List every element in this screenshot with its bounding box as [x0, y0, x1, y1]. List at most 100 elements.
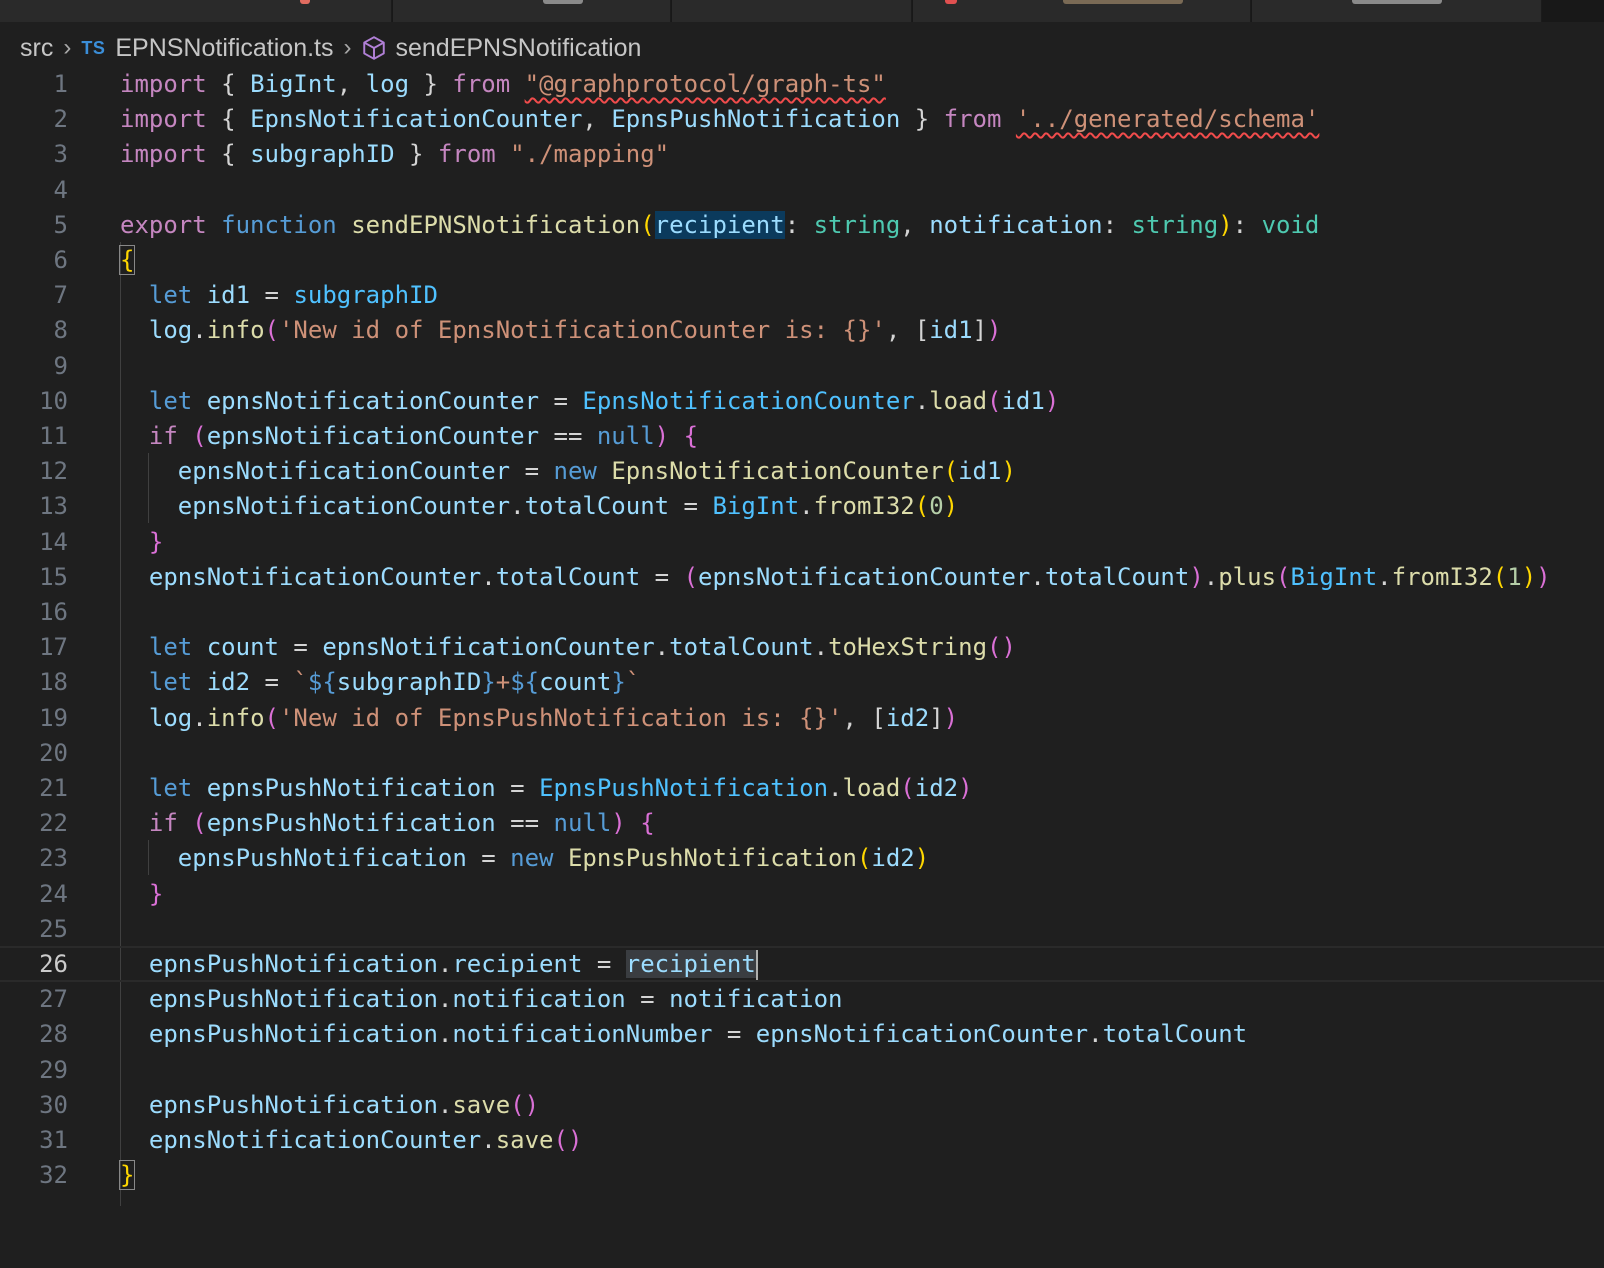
- code-line[interactable]: 28 epnsPushNotification.notificationNumb…: [0, 1016, 1604, 1052]
- code-token: totalCount: [495, 562, 641, 591]
- code-line[interactable]: 25: [0, 911, 1604, 947]
- code-line[interactable]: 2 import { EpnsNotificationCounter, EpnsP…: [0, 101, 1604, 137]
- code-content: log.info('New id of EpnsPushNotification…: [120, 700, 958, 736]
- code-editor[interactable]: 1 import { BigInt, log } from "@graphprot…: [0, 66, 1604, 1268]
- code-line[interactable]: 30 epnsPushNotification.save(): [0, 1087, 1604, 1123]
- editor-tab[interactable]: [913, 0, 1251, 22]
- code-token: ): [987, 316, 1002, 345]
- code-line[interactable]: 27 epnsPushNotification.notification = n…: [0, 981, 1604, 1017]
- code-token: epnsNotificationCounter: [206, 386, 540, 415]
- code-line[interactable]: 4: [0, 172, 1604, 208]
- method-cube-icon: [363, 36, 386, 60]
- code-token: epnsNotificationCounter: [148, 1126, 482, 1154]
- code-line[interactable]: 5 export function sendEPNSNotification(re…: [0, 207, 1604, 243]
- code-line[interactable]: 15 epnsNotificationCounter.totalCount = …: [0, 559, 1604, 595]
- code-token: .: [510, 492, 525, 521]
- code-line[interactable]: 7 let id1 = subgraphID: [0, 277, 1604, 313]
- code-line[interactable]: 14 }: [0, 524, 1604, 560]
- line-number: 28: [39, 1020, 68, 1049]
- code-line[interactable]: 3 import { subgraphID } from "./mapping": [0, 136, 1604, 172]
- code-line[interactable]: 13 epnsNotificationCounter.totalCount = …: [0, 488, 1604, 524]
- code-token: `: [293, 668, 308, 697]
- editor-tab[interactable]: [672, 0, 912, 22]
- code-token: =: [625, 985, 670, 1014]
- code-token: EpnsPushNotification: [539, 774, 829, 802]
- line-number: 16: [39, 598, 68, 626]
- code-line[interactable]: 32}: [0, 1157, 1604, 1193]
- code-line[interactable]: 12 epnsNotificationCounter = new EpnsNot…: [0, 453, 1604, 489]
- code-token: let: [148, 668, 193, 697]
- editor-tab[interactable]: [393, 0, 671, 22]
- line-number: 7: [53, 281, 68, 310]
- breadcrumb-symbol[interactable]: sendEPNSNotification: [361, 34, 641, 63]
- code-line[interactable]: 11 if (epnsNotificationCounter == null) …: [0, 418, 1604, 454]
- code-token: count: [206, 633, 279, 662]
- text-cursor: [755, 950, 758, 980]
- code-token: id1: [206, 281, 251, 310]
- code-line[interactable]: 21 let epnsPushNotification = EpnsPushNo…: [0, 770, 1604, 806]
- code-token: epnsNotificationCounter: [322, 633, 655, 662]
- code-token: epnsPushNotification: [206, 774, 496, 802]
- code-token: .: [1377, 562, 1392, 591]
- code-line[interactable]: 1 import { BigInt, log } from "@graphprot…: [0, 66, 1604, 102]
- code-line[interactable]: 9: [0, 348, 1604, 384]
- code-line[interactable]: 26 epnsPushNotification.recipient = reci…: [0, 946, 1604, 982]
- code-token: plus: [1218, 562, 1277, 591]
- code-line[interactable]: 16: [0, 594, 1604, 630]
- line-number: 3: [53, 140, 68, 169]
- code-line[interactable]: 31 epnsNotificationCounter.save(): [0, 1122, 1604, 1158]
- code-token: fromI32: [813, 492, 915, 521]
- code-token: }: [409, 70, 453, 98]
- line-number: 4: [53, 175, 68, 204]
- code-token: id1: [1001, 386, 1045, 415]
- code-token: (: [192, 422, 207, 450]
- editor-tab[interactable]: [1252, 0, 1542, 22]
- breadcrumb-file[interactable]: TS EPNSNotification.ts: [81, 34, 333, 63]
- code-line[interactable]: 8 log.info('New id of EpnsNotificationCo…: [0, 312, 1604, 348]
- code-token: (: [264, 703, 279, 732]
- code-line[interactable]: 18 let id2 = `${subgraphID}+${count}`: [0, 664, 1604, 700]
- code-token: =: [669, 492, 713, 521]
- code-line[interactable]: 20: [0, 735, 1604, 771]
- breadcrumb-symbol-label: sendEPNSNotification: [395, 33, 642, 62]
- code-token: "./mapping": [510, 140, 670, 169]
- code-line[interactable]: 22 if (epnsPushNotification == null) {: [0, 805, 1604, 841]
- code-token: id2: [885, 703, 930, 732]
- code-content: epnsPushNotification.notification = noti…: [120, 981, 843, 1017]
- code-token: epnsNotificationCounter: [148, 562, 482, 591]
- breadcrumb-folder[interactable]: src: [20, 34, 53, 63]
- code-line[interactable]: 24 }: [0, 876, 1604, 912]
- code-line[interactable]: 6{: [0, 242, 1604, 278]
- code-token: ): [914, 844, 930, 873]
- code-line[interactable]: 23 epnsPushNotification = new EpnsPushNo…: [0, 840, 1604, 876]
- code-line[interactable]: 29: [0, 1052, 1604, 1088]
- code-content: import { EpnsNotificationCounter, EpnsPu…: [120, 101, 1319, 137]
- code-token: toHexString: [828, 633, 988, 662]
- code-line[interactable]: 19 log.info('New id of EpnsPushNotificat…: [0, 700, 1604, 736]
- code-token: ,: [842, 703, 872, 732]
- editor-tab[interactable]: [0, 0, 392, 22]
- code-line[interactable]: 10 let epnsNotificationCounter = EpnsNot…: [0, 383, 1604, 419]
- code-line[interactable]: 17 let count = epnsNotificationCounter.t…: [0, 629, 1604, 665]
- breadcrumb-folder-label: src: [20, 33, 54, 62]
- chevron-right-icon: ›: [343, 34, 352, 61]
- code-token: (: [1276, 562, 1291, 591]
- code-token: string: [1131, 210, 1219, 239]
- code-token: ,: [336, 70, 366, 98]
- code-token: (: [640, 210, 655, 239]
- code-token: notification: [452, 985, 626, 1014]
- code-token: recipient: [452, 950, 583, 978]
- code-token: {: [206, 140, 251, 169]
- code-token: .: [1088, 1020, 1103, 1049]
- code-token: (: [683, 562, 699, 591]
- code-token: sendEPNSNotification: [351, 210, 641, 239]
